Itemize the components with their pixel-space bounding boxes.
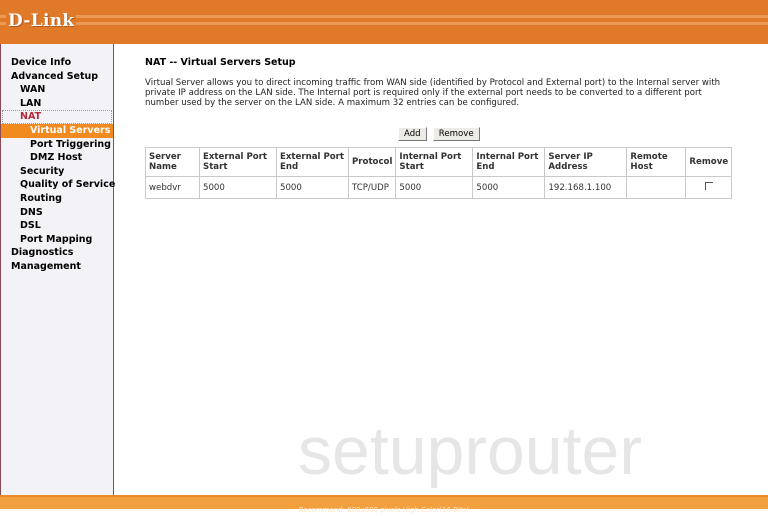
sidebar-item-routing[interactable]: Routing (1, 192, 113, 206)
col-server-ip: Server IP Address (544, 147, 628, 177)
cell-external-port-end: 5000 (276, 176, 349, 199)
sidebar-item-quality-of-service[interactable]: Quality of Service (1, 178, 115, 192)
col-external-port-start: External Port Start (199, 147, 277, 177)
cell-internal-port-end: 5000 (472, 176, 546, 199)
sidebar-item-port-mapping[interactable]: Port Mapping (1, 233, 113, 247)
col-server-name: Server Name (145, 147, 200, 177)
cell-external-port-start: 5000 (199, 176, 277, 199)
sidebar-item-nat[interactable]: NAT (2, 110, 112, 124)
sidebar: Device Info Advanced Setup WAN LAN NAT V… (0, 44, 115, 495)
col-remove: Remove (685, 147, 733, 177)
cell-server-ip: 192.168.1.100 (544, 176, 628, 199)
col-internal-port-end: Internal Port End (472, 147, 546, 177)
sidebar-item-lan[interactable]: LAN (1, 97, 113, 111)
col-protocol: Protocol (347, 147, 397, 177)
cell-server-name: webdvr (145, 176, 200, 199)
sidebar-menu: Device Info Advanced Setup WAN LAN NAT V… (1, 56, 115, 274)
page-description: Virtual Server allows you to direct inco… (145, 78, 721, 108)
cell-remote-host (626, 176, 687, 199)
cell-protocol: TCP/UDP (347, 176, 397, 199)
action-buttons: Add Remove (398, 121, 481, 141)
col-external-port-end: External Port End (276, 147, 349, 177)
sidebar-item-diagnostics[interactable]: Diagnostics (1, 246, 113, 260)
sidebar-item-dmz-host[interactable]: DMZ Host (1, 151, 113, 165)
footer-bar: Recommend: 800x600 pixels,High Color(16 … (0, 495, 768, 514)
header-banner: D-Link (0, 0, 768, 44)
footer-recommendation: Recommend: 800x600 pixels,High Color(16 … (298, 506, 470, 514)
sidebar-item-virtual-servers[interactable]: Virtual Servers (1, 123, 113, 138)
watermark: setuprouter (298, 413, 642, 489)
header-stripe (0, 22, 768, 25)
header-stripe (0, 15, 768, 18)
sidebar-item-port-triggering[interactable]: Port Triggering (1, 138, 113, 152)
table-row: webdvr 5000 5000 TCP/UDP 5000 5000 192.1… (145, 176, 733, 199)
sidebar-item-wan[interactable]: WAN (1, 83, 113, 97)
col-internal-port-start: Internal Port Start (395, 147, 474, 177)
virtual-servers-table: Server Name External Port Start External… (145, 147, 733, 199)
sidebar-item-management[interactable]: Management (1, 260, 113, 274)
add-button[interactable]: Add (398, 127, 427, 141)
cell-internal-port-start: 5000 (395, 176, 474, 199)
sidebar-item-security[interactable]: Security (1, 165, 113, 179)
sidebar-item-device-info[interactable]: Device Info (1, 56, 113, 70)
remove-button[interactable]: Remove (432, 127, 480, 141)
remove-checkbox[interactable] (704, 182, 713, 190)
table-header-row: Server Name External Port Start External… (145, 147, 733, 177)
dlink-logo: D-Link (6, 11, 77, 31)
sidebar-item-advanced-setup[interactable]: Advanced Setup (1, 70, 113, 84)
col-remote-host: Remote Host (626, 147, 687, 177)
page-title: NAT -- Virtual Servers Setup (145, 57, 296, 68)
cell-remove (685, 176, 733, 199)
sidebar-item-dns[interactable]: DNS (1, 206, 113, 220)
sidebar-item-dsl[interactable]: DSL (1, 219, 113, 233)
